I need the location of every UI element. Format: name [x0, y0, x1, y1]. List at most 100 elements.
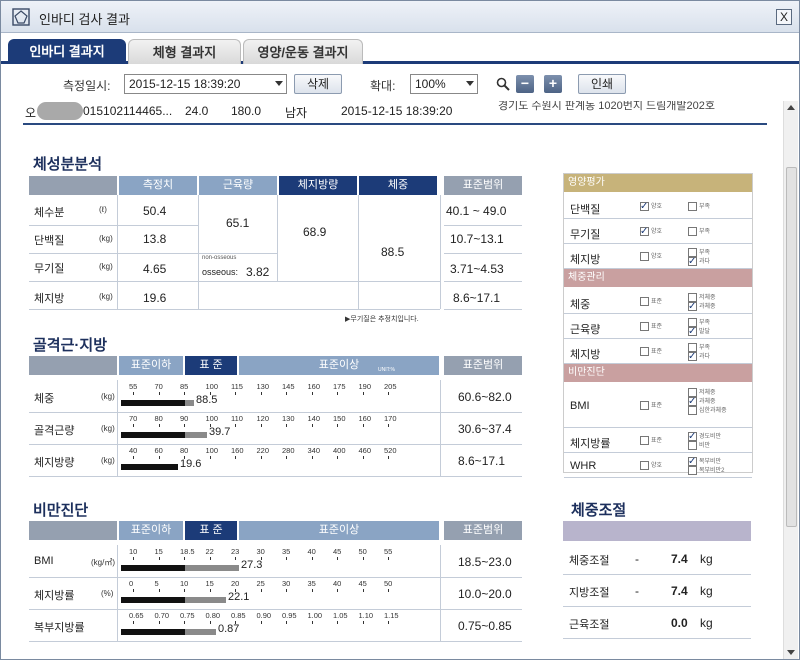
tick-label: 90	[180, 414, 189, 423]
tick-mark	[311, 392, 313, 395]
tick-label: 0	[129, 579, 134, 588]
tick-label: 70	[154, 382, 163, 391]
print-button[interactable]: 인쇄	[578, 74, 626, 94]
tick-mark	[209, 621, 211, 624]
bar-below	[121, 597, 185, 603]
option-label: 과다	[699, 259, 711, 265]
col-header-below: 표준이하	[119, 356, 183, 375]
toolbar: 측정일시: 2015-12-15 18:39:20 삭제 확대: 100% − …	[1, 67, 799, 101]
weight-control-header	[563, 521, 751, 541]
tab-bar: 인바디 결과지 체형 결과지 영양/운동 결과지	[1, 34, 799, 64]
table-header-blank	[29, 176, 117, 195]
scroll-up-icon[interactable]	[787, 105, 795, 110]
row-unit: (kg)	[101, 424, 115, 433]
tick-label: 460	[358, 446, 372, 455]
panel-header: 체중관리	[564, 269, 752, 287]
col-divider	[440, 380, 441, 476]
range-value: 60.6~82.0	[458, 390, 512, 404]
checkbox[interactable]	[688, 441, 697, 450]
bar-standard	[185, 597, 226, 603]
tick-mark	[184, 589, 185, 592]
zoom-in-button[interactable]: +	[544, 75, 562, 93]
value-fatfree: 68.9	[303, 225, 327, 239]
checkbox[interactable]	[640, 460, 649, 470]
row-unit: (kg)	[99, 262, 113, 271]
tick-mark	[235, 557, 236, 560]
tick-mark	[133, 589, 134, 592]
close-button[interactable]: X	[776, 9, 792, 25]
app-window: 인바디 검사 결과 X 인바디 결과지 체형 결과지 영양/운동 결과지 측정일…	[0, 0, 800, 660]
bar-standard	[185, 400, 194, 406]
tick-label: 130	[282, 414, 295, 423]
tab-nutrition-exercise[interactable]: 영양/운동 결과지	[243, 39, 363, 64]
checkbox[interactable]	[688, 466, 697, 475]
tick-mark	[362, 392, 364, 395]
zoom-out-button[interactable]: −	[516, 75, 534, 93]
tick-label: 55	[384, 547, 393, 556]
col-divider	[440, 545, 441, 641]
scroll-thumb[interactable]	[786, 167, 797, 527]
range-value: 10.0~20.0	[458, 587, 512, 601]
option-label: 표준	[651, 403, 663, 409]
value-fat: 19.6	[143, 291, 167, 305]
tick-label: 520	[384, 446, 397, 455]
checkbox[interactable]	[688, 226, 697, 236]
checkbox[interactable]	[688, 406, 697, 415]
zoom-value: 100%	[415, 77, 446, 91]
row-divider	[563, 606, 751, 607]
bar-value: 39.7	[209, 426, 231, 438]
checkbox[interactable]	[688, 201, 697, 211]
tick-label: 80	[180, 446, 189, 455]
tick-mark	[235, 456, 236, 459]
tick-mark	[158, 589, 160, 592]
table-header-blank	[29, 356, 117, 375]
assess-label: 근육량	[570, 323, 601, 336]
date-select[interactable]: 2015-12-15 18:39:20	[124, 74, 287, 94]
tick-label: 55	[129, 382, 138, 391]
scroll-down-icon[interactable]	[787, 650, 795, 655]
assess-label: 무기질	[570, 228, 601, 241]
tab-inbody-result[interactable]: 인바디 결과지	[8, 39, 126, 64]
tick-label: 10	[180, 579, 189, 588]
option-label: 부족	[699, 320, 711, 326]
checkbox[interactable]	[640, 346, 649, 356]
tick-label: 40	[129, 446, 138, 455]
report-content: 오 015102114465... 24.0 180.0 남자 2015-12-…	[3, 101, 783, 659]
zoom-select[interactable]: 100%	[410, 74, 478, 94]
row-divider	[564, 338, 752, 339]
section-title-muscle-fat: 골격근·지방	[33, 337, 107, 354]
value-osseous: 3.82	[246, 265, 270, 279]
option-label: 발달	[699, 329, 711, 335]
value-mineral: 4.65	[143, 262, 167, 276]
tick-label: 150	[333, 414, 346, 423]
range-fat: 8.6~17.1	[453, 291, 501, 305]
checkbox[interactable]	[640, 435, 649, 445]
delete-button[interactable]: 삭제	[294, 74, 342, 94]
assess-label: WHR	[570, 459, 597, 472]
checkbox[interactable]	[640, 296, 649, 306]
vertical-scrollbar[interactable]	[783, 101, 798, 659]
checkbox[interactable]	[640, 321, 649, 331]
tick-mark	[286, 456, 287, 459]
panel-header: 비만진단	[564, 364, 752, 382]
checkbox[interactable]	[640, 251, 649, 261]
col-header-range: 표준범위	[444, 356, 522, 375]
tick-label: 70	[129, 414, 138, 423]
checkbox[interactable]	[640, 401, 649, 410]
option-label: 양호	[651, 253, 663, 260]
col-header-fatfree: 체지방량	[279, 176, 357, 195]
tick-mark	[311, 456, 313, 459]
row-divider	[564, 313, 752, 314]
range-value: 18.5~23.0	[458, 555, 512, 569]
tab-body-shape[interactable]: 체형 결과지	[128, 39, 241, 64]
tick-mark	[337, 456, 338, 459]
row-divider	[564, 477, 752, 478]
tick-mark	[286, 589, 287, 592]
panel-header: 영양평가	[564, 174, 752, 192]
chevron-down-icon	[466, 81, 474, 86]
tick-mark	[286, 557, 287, 560]
row-label-protein: 단백질	[34, 235, 65, 247]
row-unit: (kg)	[99, 234, 113, 243]
col-header-above: 표준이상	[239, 521, 439, 540]
row-label: 체지방량	[34, 457, 75, 469]
